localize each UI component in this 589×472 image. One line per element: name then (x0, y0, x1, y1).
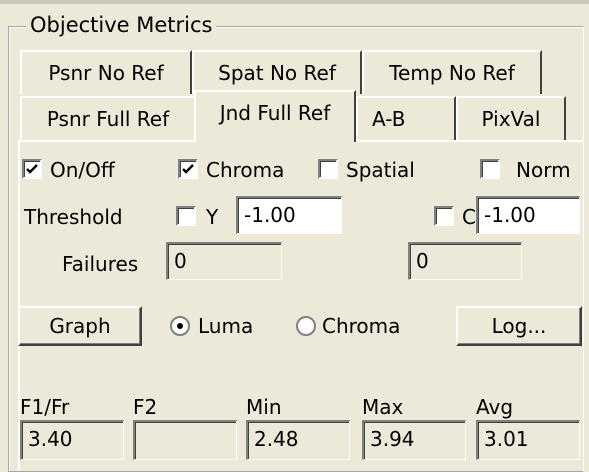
norm-label: Norm (516, 158, 571, 182)
tab-a-b[interactable]: A-B (356, 96, 456, 140)
stat-header-f2: F2 (133, 395, 158, 419)
threshold-c-label: C (462, 205, 476, 229)
tab-spat-no-ref[interactable]: Spat No Ref (192, 50, 362, 94)
chroma-radio-label: Chroma (322, 314, 401, 338)
check-icon (26, 164, 38, 174)
luma-radio[interactable] (170, 316, 190, 336)
window-top-strip (0, 0, 589, 4)
group-title: Objective Metrics (26, 12, 217, 38)
chroma-checkbox[interactable] (178, 159, 198, 179)
failures-label: Failures (62, 252, 139, 276)
tab-psnr-full-ref[interactable]: Psnr Full Ref (20, 96, 196, 140)
chroma-label: Chroma (206, 158, 285, 182)
stat-header-f1fr: F1/Fr (20, 395, 70, 419)
tab-psnr-no-ref[interactable]: Psnr No Ref (20, 50, 192, 94)
radio-selected-dot (177, 323, 183, 329)
tab-jnd-full-ref[interactable]: Jnd Full Ref (194, 90, 356, 142)
spatial-label: Spatial (346, 158, 415, 182)
stat-value-min: 2.48 (246, 420, 350, 460)
stat-value-max: 3.94 (362, 420, 466, 460)
threshold-y-label: Y (206, 205, 219, 229)
onoff-checkbox[interactable] (22, 159, 42, 179)
luma-label: Luma (198, 314, 254, 338)
failures-y-value: 0 (166, 242, 282, 280)
tab-temp-no-ref[interactable]: Temp No Ref (362, 50, 542, 94)
stat-header-max: Max (362, 395, 404, 419)
stat-header-avg: Avg (476, 395, 514, 419)
failures-c-value: 0 (408, 242, 522, 280)
log-button[interactable]: Log... (456, 306, 582, 346)
onoff-label: On/Off (50, 158, 115, 182)
tab-pixval[interactable]: PixVal (456, 96, 566, 140)
threshold-y-input[interactable]: -1.00 (236, 196, 342, 234)
threshold-c-input[interactable]: -1.00 (476, 196, 580, 234)
stat-value-f2 (133, 420, 237, 460)
threshold-c-checkbox[interactable] (434, 206, 454, 226)
stat-header-min: Min (246, 395, 282, 419)
graph-button[interactable]: Graph (18, 306, 142, 346)
threshold-y-checkbox[interactable] (176, 206, 196, 226)
check-icon (182, 164, 194, 174)
spatial-checkbox[interactable] (318, 159, 338, 179)
threshold-label: Threshold (24, 205, 123, 229)
stat-value-avg: 3.01 (476, 420, 580, 460)
norm-checkbox[interactable] (480, 159, 500, 179)
stat-value-f1fr: 3.40 (20, 420, 124, 460)
chroma-radio[interactable] (296, 316, 316, 336)
